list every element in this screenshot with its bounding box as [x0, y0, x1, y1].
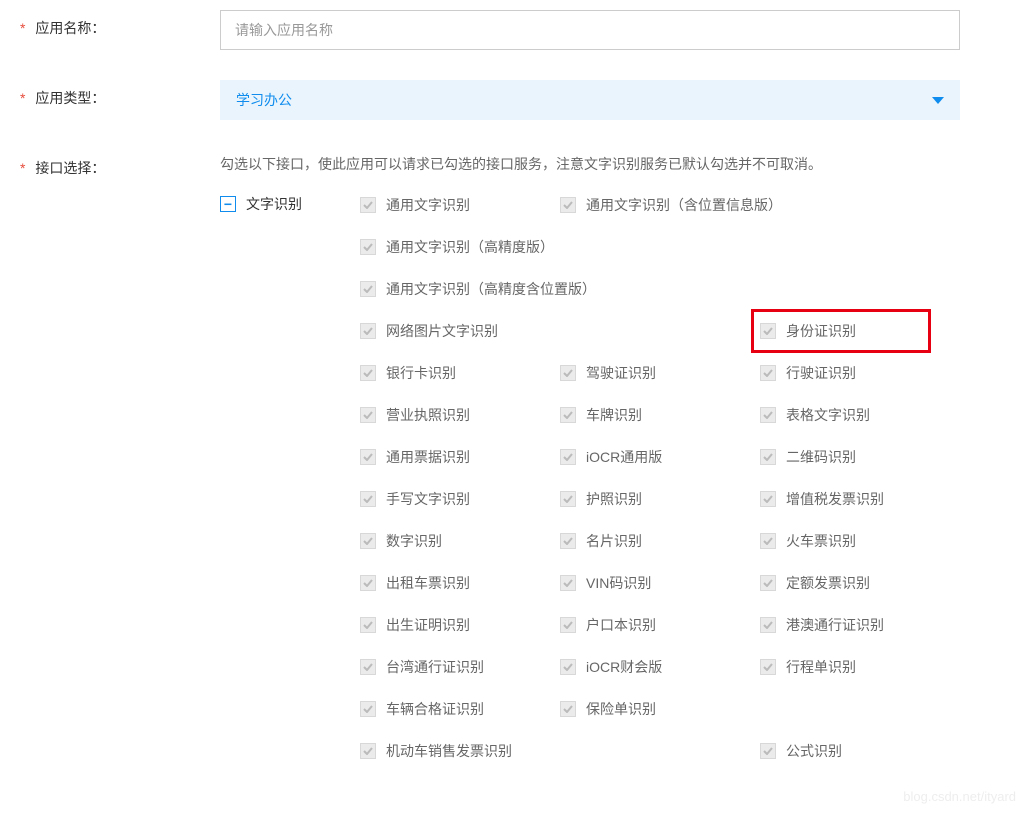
checkbox-icon: [760, 659, 776, 675]
checkbox-icon: [360, 533, 376, 549]
category-label: 文字识别: [246, 194, 302, 214]
app-type-label: * 应用类型：: [20, 80, 220, 108]
watermark: blog.csdn.net/ityard: [903, 789, 1016, 804]
api-item-insurance[interactable]: 保险单识别: [560, 698, 760, 720]
api-item-license-plate[interactable]: 车牌识别: [560, 404, 760, 426]
checkbox-icon: [560, 701, 576, 717]
checkbox-icon: [360, 323, 376, 339]
checkbox-icon: [560, 575, 576, 591]
checkbox-icon: [560, 659, 576, 675]
checkbox-icon: [360, 197, 376, 213]
api-item-numbers[interactable]: 数字识别: [360, 530, 560, 552]
checkbox-icon: [360, 617, 376, 633]
checkbox-icon: [760, 491, 776, 507]
api-item-birth-certificate[interactable]: 出生证明识别: [360, 614, 560, 636]
api-help-text: 勾选以下接口，使此应用可以请求已勾选的接口服务，注意文字识别服务已默认勾选并不可…: [220, 150, 960, 178]
checkbox-icon: [760, 533, 776, 549]
checkbox-icon: [560, 365, 576, 381]
checkbox-icon: [360, 491, 376, 507]
api-item-household-register[interactable]: 户口本识别: [560, 614, 760, 636]
checkbox-icon: [560, 491, 576, 507]
api-item-vat-invoice[interactable]: 增值税发票识别: [760, 488, 940, 510]
checkbox-icon: [360, 365, 376, 381]
api-item-taxi-receipt[interactable]: 出租车票识别: [360, 572, 560, 594]
required-asterisk: *: [20, 20, 25, 36]
api-item-passport[interactable]: 护照识别: [560, 488, 760, 510]
checkbox-icon: [360, 701, 376, 717]
checkbox-icon: [360, 281, 376, 297]
checkbox-icon: [560, 407, 576, 423]
checkbox-icon: [760, 575, 776, 591]
checkbox-icon: [560, 533, 576, 549]
api-checkbox-grid: 通用文字识别 通用文字识别（含位置信息版） 通用文字识别（高精度版） 通用文字识…: [360, 194, 960, 782]
api-item-iocr-finance[interactable]: iOCR财会版: [560, 656, 760, 678]
api-item-general-ocr-accurate-position[interactable]: 通用文字识别（高精度含位置版）: [360, 278, 760, 300]
checkbox-icon: [760, 365, 776, 381]
api-item-vin[interactable]: VIN码识别: [560, 572, 760, 594]
checkbox-icon: [760, 617, 776, 633]
app-type-select[interactable]: 学习办公: [220, 80, 960, 120]
api-select-label: * 接口选择：: [20, 150, 220, 178]
checkbox-icon: [560, 449, 576, 465]
app-name-label: * 应用名称：: [20, 10, 220, 38]
checkbox-icon: [760, 449, 776, 465]
api-item-taiwan-permit[interactable]: 台湾通行证识别: [360, 656, 560, 678]
checkbox-icon: [560, 617, 576, 633]
api-item-web-image-ocr[interactable]: 网络图片文字识别: [360, 320, 760, 342]
api-item-general-ocr-position[interactable]: 通用文字识别（含位置信息版）: [560, 194, 960, 216]
app-name-input[interactable]: [220, 10, 960, 50]
api-item-quota-invoice[interactable]: 定额发票识别: [760, 572, 940, 594]
api-item-iocr-general[interactable]: iOCR通用版: [560, 446, 760, 468]
api-item-idcard[interactable]: 身份证识别: [751, 309, 931, 353]
api-item-qrcode[interactable]: 二维码识别: [760, 446, 940, 468]
required-asterisk: *: [20, 90, 25, 106]
api-item-business-license[interactable]: 营业执照识别: [360, 404, 560, 426]
collapse-toggle[interactable]: −: [220, 196, 236, 212]
checkbox-icon: [360, 449, 376, 465]
api-item-hk-macau-permit[interactable]: 港澳通行证识别: [760, 614, 940, 636]
checkbox-icon: [560, 197, 576, 213]
api-item-business-card[interactable]: 名片识别: [560, 530, 760, 552]
checkbox-icon: [760, 407, 776, 423]
api-item-receipt[interactable]: 通用票据识别: [360, 446, 560, 468]
api-item-general-ocr[interactable]: 通用文字识别: [360, 194, 560, 216]
checkbox-icon: [760, 323, 776, 339]
api-item-vehicle-certificate[interactable]: 车辆合格证识别: [360, 698, 560, 720]
checkbox-icon: [360, 575, 376, 591]
api-item-vehicle-license[interactable]: 行驶证识别: [760, 362, 940, 384]
api-item-vehicle-invoice[interactable]: 机动车销售发票识别: [360, 740, 760, 762]
api-item-train-ticket[interactable]: 火车票识别: [760, 530, 940, 552]
checkbox-icon: [360, 743, 376, 759]
chevron-down-icon: [932, 97, 944, 104]
api-item-itinerary[interactable]: 行程单识别: [760, 656, 940, 678]
app-type-value: 学习办公: [236, 90, 292, 110]
required-asterisk: *: [20, 160, 25, 176]
api-item-table-ocr[interactable]: 表格文字识别: [760, 404, 940, 426]
checkbox-icon: [360, 659, 376, 675]
checkbox-icon: [760, 743, 776, 759]
checkbox-icon: [360, 239, 376, 255]
api-item-general-ocr-accurate[interactable]: 通用文字识别（高精度版）: [360, 236, 760, 258]
api-item-formula[interactable]: 公式识别: [760, 740, 940, 762]
api-item-driving-license[interactable]: 驾驶证识别: [560, 362, 760, 384]
checkbox-icon: [360, 407, 376, 423]
api-item-handwriting[interactable]: 手写文字识别: [360, 488, 560, 510]
api-item-bankcard[interactable]: 银行卡识别: [360, 362, 560, 384]
